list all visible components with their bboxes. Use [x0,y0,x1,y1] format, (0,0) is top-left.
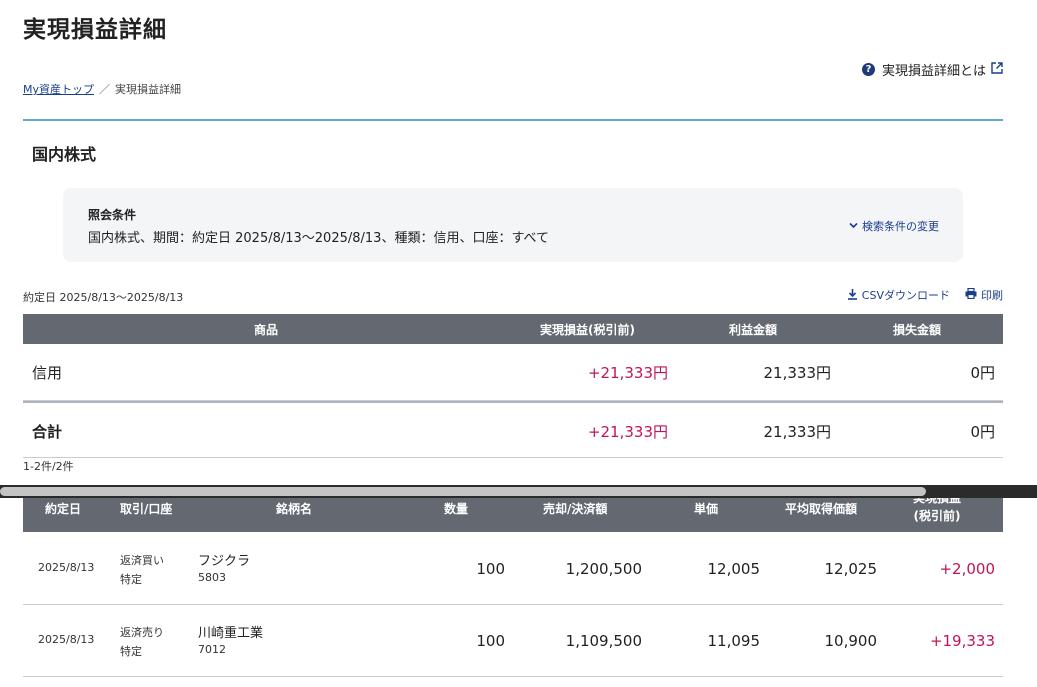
csv-download-button[interactable]: CSVダウンロード [847,287,950,303]
table-row[interactable]: 2025/8/13 返済売り 特定 川崎重工業 7012 100 1,109,5… [23,605,1003,677]
row-amount: 1,200,500 [565,560,642,578]
summary-header-row: 商品 実現損益(税引前) 利益金額 損失金額 [23,314,1003,344]
period-text: 約定日 2025/8/13〜2025/8/13 [23,291,184,304]
row-account: 特定 [120,645,142,658]
download-icon [847,288,858,303]
summary-loss: 0円 [970,364,995,382]
row-qty: 100 [476,560,505,578]
row-date: 2025/8/13 [38,561,95,574]
printer-icon [965,287,977,302]
summary-total-row: 合計 +21,333円 21,333円 0円 [23,401,1003,458]
row-trade: 返済売り [120,626,164,639]
conditions-text: 国内株式、期間：約定日 2025/8/13〜2025/8/13、種類：信用、口座… [88,231,550,246]
row-avg: 12,025 [824,560,878,578]
page-title: 実現損益詳細 [23,17,167,43]
detail-header-qty: 数量 [444,502,469,516]
row-stock-code: 5803 [198,571,226,584]
row-realized-pl: +2,000 [939,560,995,578]
summary-header-profit: 利益金額 [729,323,778,337]
summary-header-product: 商品 [254,323,279,337]
summary-product: 信用 [32,364,63,382]
summary-row: 信用 +21,333円 21,333円 0円 [23,344,1003,401]
row-avg: 10,900 [824,632,878,650]
detail-header-pl-line2: (税引前) [913,509,961,523]
row-realized-pl: +19,333 [929,632,995,650]
change-conditions-label: 検索条件の変更 [862,220,939,233]
print-button[interactable]: 印刷 [965,287,1003,303]
detail-header-date: 約定日 [45,502,82,516]
row-amount: 1,109,500 [565,632,642,650]
row-price: 12,005 [707,560,761,578]
row-stock-name: フジクラ [198,554,251,569]
row-date: 2025/8/13 [38,633,95,646]
row-stock-code: 7012 [198,643,226,656]
csv-download-label: CSVダウンロード [861,289,950,302]
scrollbar-thumb[interactable] [0,487,926,496]
summary-total-label: 合計 [32,423,63,441]
result-count: 1-2件/2件 [23,460,74,473]
summary-total-loss: 0円 [970,423,995,441]
question-icon: ? [861,63,875,76]
query-conditions-panel: 照会条件 国内株式、期間：約定日 2025/8/13〜2025/8/13、種類：… [63,188,963,262]
breadcrumb-home-link[interactable]: My資産トップ [23,83,94,96]
summary-realized: +21,333円 [587,364,668,382]
breadcrumb: My資産トップ ／ 実現損益詳細 [23,81,181,97]
row-qty: 100 [476,632,505,650]
row-stock-name: 川崎重工業 [198,626,264,641]
breadcrumb-separator: ／ [99,83,111,96]
breadcrumb-current: 実現損益詳細 [115,83,182,96]
actions-bar: CSVダウンロード 印刷 [832,287,1003,303]
help-link-label: 実現損益詳細とは [881,64,986,79]
table-row[interactable]: 2025/8/13 返済買い 特定 フジクラ 5803 100 1,200,50… [23,533,1003,605]
section-title: 国内株式 [32,145,97,164]
external-link-icon [991,61,1003,78]
summary-header-realized: 実現損益(税引前) [540,323,635,337]
detail-header-price: 単価 [694,502,719,516]
summary-profit: 21,333円 [763,364,832,382]
summary-header-loss: 損失金額 [893,323,942,337]
change-conditions-button[interactable]: 検索条件の変更 [849,218,939,234]
summary-total-realized: +21,333円 [587,423,668,441]
summary-total-profit: 21,333円 [763,423,832,441]
help-link[interactable]: ? 実現損益詳細とは [861,60,1003,79]
detail-header-trade: 取引/口座 [120,502,173,516]
row-price: 11,095 [707,632,761,650]
detail-header-avg: 平均取得価額 [785,502,858,516]
print-label: 印刷 [981,289,1003,302]
conditions-label: 照会条件 [88,208,137,222]
detail-header-name: 銘柄名 [276,502,313,516]
row-account: 特定 [120,573,142,586]
section-divider [23,119,1003,121]
summary-table: 商品 実現損益(税引前) 利益金額 損失金額 信用 +21,333円 21,33… [23,314,1003,458]
row-trade: 返済買い [120,554,164,567]
chevron-down-icon [849,221,858,232]
detail-header-amount: 売却/決済額 [543,502,608,516]
